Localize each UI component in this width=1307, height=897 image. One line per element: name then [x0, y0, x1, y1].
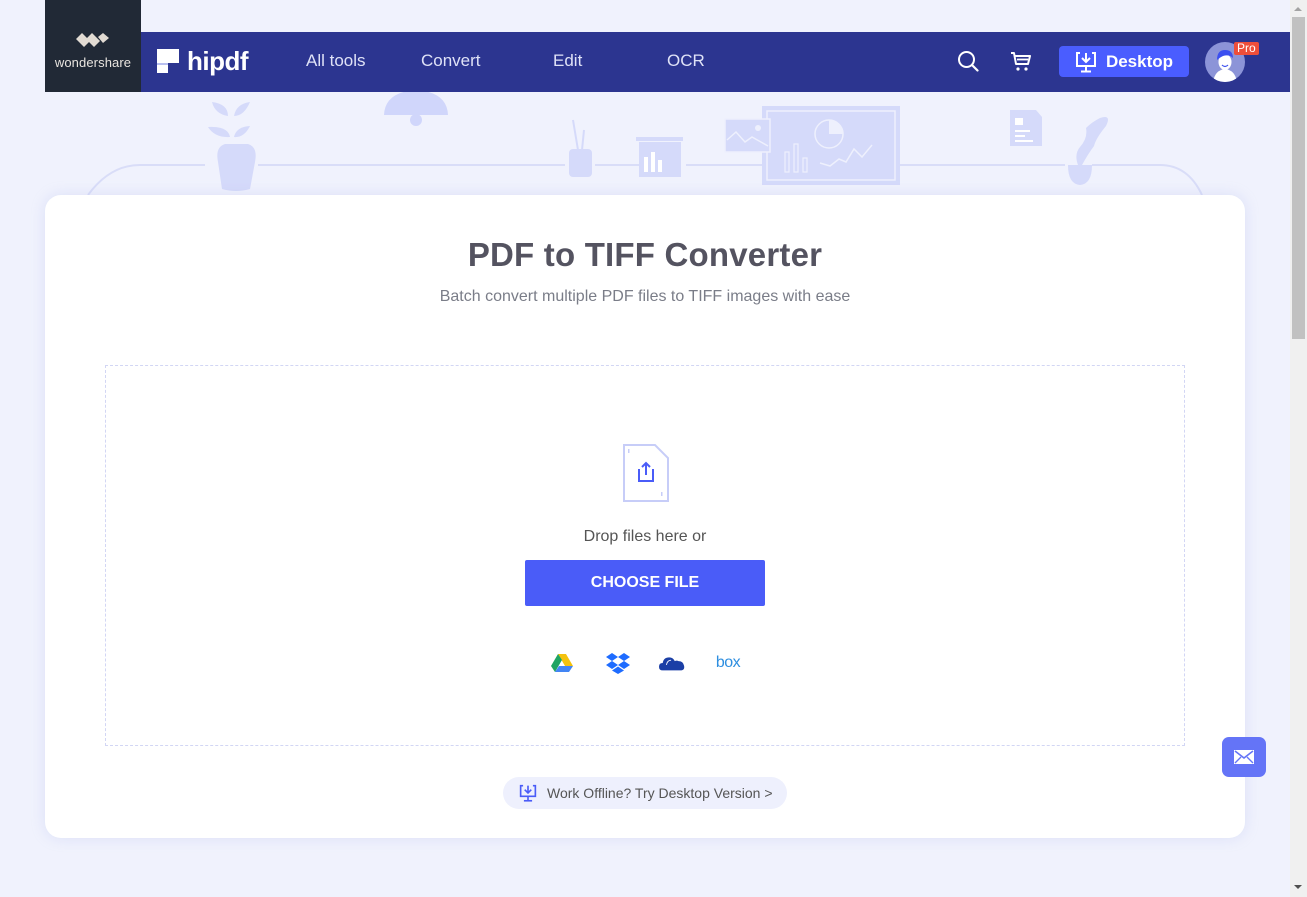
wondershare-text: wondershare — [54, 54, 132, 70]
wondershare-mark-icon — [76, 32, 109, 47]
scrollbar-thumb[interactable] — [1292, 17, 1305, 339]
pencil-cup-icon — [569, 119, 592, 177]
mail-icon — [1234, 750, 1254, 764]
desktop-version-text: Work Offline? Try Desktop Version > — [547, 785, 773, 801]
desktop-download-icon — [519, 784, 537, 802]
plant-icon — [208, 102, 256, 191]
chart-board-icon — [636, 137, 683, 177]
desktop-button-label: Desktop — [1105, 51, 1174, 71]
box-icon: box — [715, 654, 741, 671]
desktop-download-icon — [1075, 51, 1096, 72]
scroll-down-arrow-icon[interactable] — [1294, 885, 1302, 889]
hipdf-mark-icon — [157, 49, 179, 73]
shelf-line-left — [87, 164, 205, 196]
desktop-version-link[interactable]: Work Offline? Try Desktop Version > — [503, 777, 787, 809]
file-drop-zone[interactable]: Drop files here or CHOOSE FILE box — [105, 365, 1185, 746]
scroll-up-arrow-icon[interactable] — [1294, 7, 1302, 11]
page-title: PDF to TIFF Converter — [467, 236, 823, 273]
page-subtitle: Batch convert multiple PDF files to TIFF… — [439, 288, 851, 305]
wondershare-logo[interactable]: wondershare — [45, 0, 141, 92]
google-drive-button[interactable] — [549, 652, 575, 674]
google-drive-icon — [551, 654, 573, 672]
converter-card: PDF to TIFF Converter Batch convert mult… — [45, 195, 1245, 838]
hipdf-text: hipdf — [187, 46, 249, 76]
dropbox-icon — [606, 653, 630, 674]
onedrive-button[interactable] — [659, 652, 685, 674]
dropbox-button[interactable] — [605, 652, 631, 674]
hipdf-logo[interactable]: hipdf — [157, 46, 249, 76]
contact-mail-button[interactable] — [1222, 737, 1266, 777]
vertical-scrollbar[interactable] — [1290, 0, 1307, 897]
tea-cup-icon — [1068, 117, 1108, 185]
nav-convert[interactable]: Convert — [421, 51, 481, 71]
nav-ocr[interactable]: OCR — [667, 51, 705, 71]
pro-badge: Pro — [1234, 42, 1259, 55]
nav-edit[interactable]: Edit — [553, 51, 582, 71]
cart-icon[interactable] — [1010, 51, 1032, 72]
nav-all-tools[interactable]: All tools — [306, 51, 366, 71]
search-icon[interactable] — [957, 50, 979, 72]
file-upload-icon — [623, 444, 669, 502]
choose-file-button[interactable]: CHOOSE FILE — [525, 560, 765, 606]
desktop-button[interactable]: Desktop — [1059, 46, 1189, 77]
document-icon — [1010, 110, 1042, 146]
dashboard-monitor-icon — [724, 106, 900, 185]
banner-illustration — [87, 92, 1203, 196]
onedrive-icon — [659, 657, 685, 671]
box-button[interactable]: box — [715, 652, 741, 674]
lamp-icon — [384, 92, 448, 126]
drop-files-text: Drop files here or — [583, 528, 707, 545]
